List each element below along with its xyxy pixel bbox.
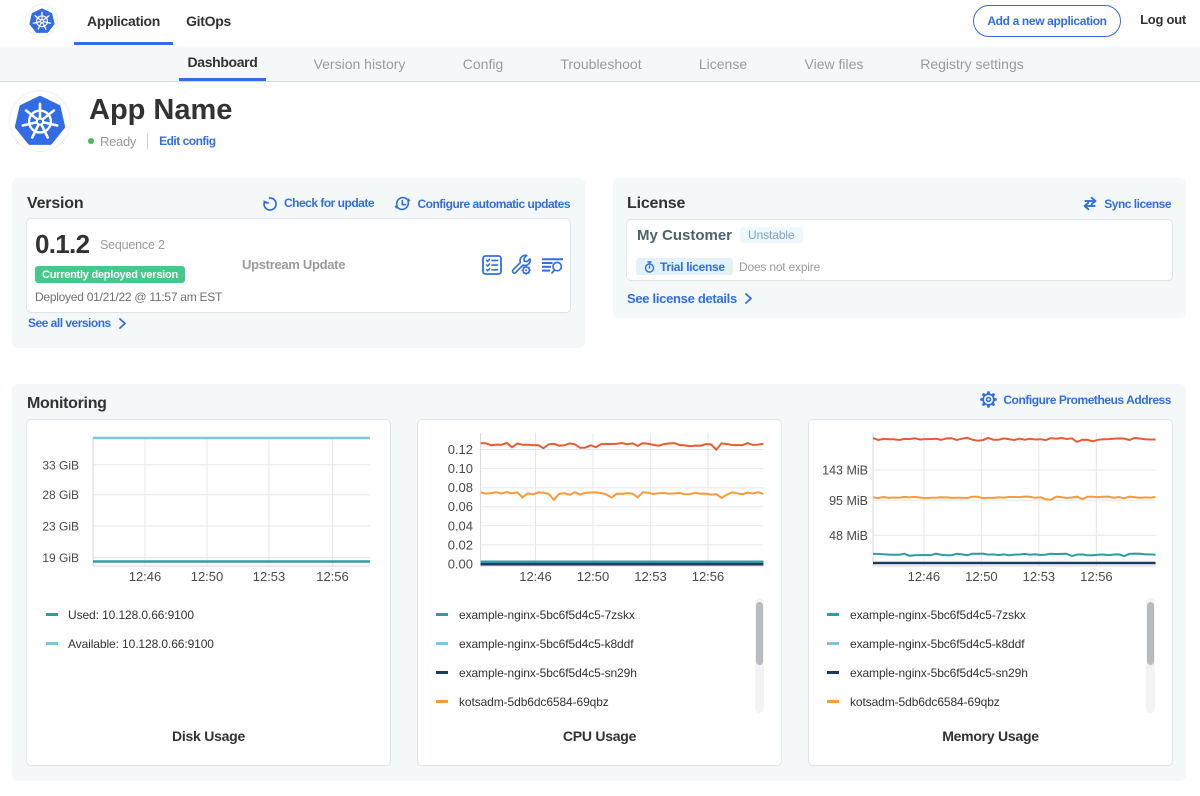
svg-text:12:46: 12:46 <box>129 569 162 584</box>
svg-text:12:50: 12:50 <box>965 569 998 584</box>
svg-text:48 MiB: 48 MiB <box>829 529 868 543</box>
svg-text:12:56: 12:56 <box>692 569 725 584</box>
svg-text:0.10: 0.10 <box>448 461 473 476</box>
svg-text:95 MiB: 95 MiB <box>829 494 868 508</box>
svg-text:0.06: 0.06 <box>448 499 473 514</box>
svg-text:12:46: 12:46 <box>908 569 941 584</box>
svg-text:23 GiB: 23 GiB <box>42 519 79 533</box>
svg-text:143 MiB: 143 MiB <box>822 464 868 478</box>
svg-text:12:53: 12:53 <box>634 569 667 584</box>
svg-text:12:53: 12:53 <box>253 569 286 584</box>
svg-text:12:56: 12:56 <box>1080 569 1113 584</box>
svg-text:12:53: 12:53 <box>1023 569 1056 584</box>
svg-text:0.12: 0.12 <box>448 442 473 457</box>
svg-text:12:50: 12:50 <box>191 569 224 584</box>
svg-text:28 GiB: 28 GiB <box>42 488 79 502</box>
svg-text:12:46: 12:46 <box>519 569 552 584</box>
svg-text:12:50: 12:50 <box>577 569 610 584</box>
svg-text:19 GiB: 19 GiB <box>42 551 79 565</box>
svg-text:33 GiB: 33 GiB <box>42 458 79 472</box>
svg-text:0.00: 0.00 <box>448 557 473 572</box>
svg-text:0.08: 0.08 <box>448 480 473 495</box>
svg-text:12:56: 12:56 <box>316 569 349 584</box>
svg-text:0.04: 0.04 <box>448 518 473 533</box>
svg-text:0.02: 0.02 <box>448 537 473 552</box>
